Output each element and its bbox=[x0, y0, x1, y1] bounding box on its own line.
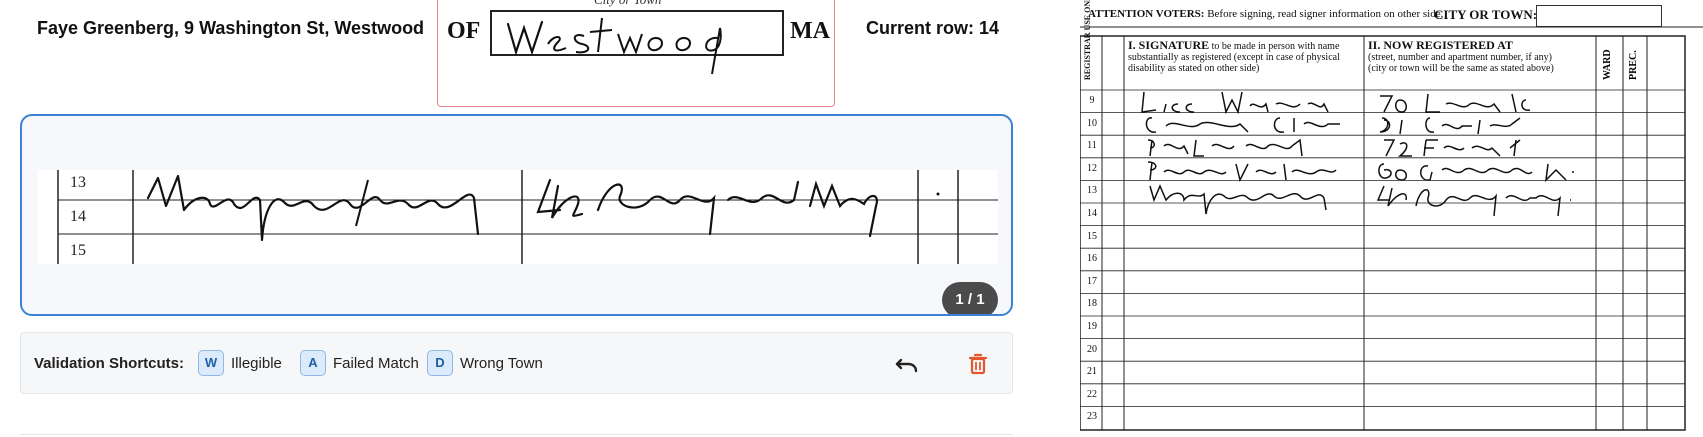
signature-crop-panel[interactable]: 13 14 15 1 / 1 bbox=[20, 114, 1013, 316]
shortcuts-title: Validation Shortcuts: bbox=[34, 355, 185, 372]
sheet-row-number: 14 bbox=[1087, 208, 1097, 219]
sheet-row-number: 17 bbox=[1087, 275, 1097, 287]
town-crop-image: City or Town OF MA bbox=[437, 0, 835, 107]
col-address-header: II. NOW REGISTERED AT (street, number an… bbox=[1368, 38, 1554, 74]
shortcut-key-failed-match[interactable]: A bbox=[300, 350, 326, 376]
sheet-row-number: 20 bbox=[1087, 343, 1097, 355]
shortcut-key-illegible[interactable]: W bbox=[198, 350, 224, 376]
image-counter-badge: 1 / 1 bbox=[942, 282, 998, 314]
delete-button[interactable] bbox=[965, 351, 991, 377]
petition-sheet: ATTENTION VOTERS: Before signing, read s… bbox=[1080, 0, 1703, 437]
trash-icon bbox=[968, 353, 988, 375]
ma-label: MA bbox=[790, 18, 830, 44]
sheet-row-number: 9 bbox=[1089, 95, 1095, 106]
crop-row-13: 13 bbox=[70, 174, 86, 191]
sheet-row-number: 10 bbox=[1087, 117, 1097, 129]
crop-form-lines bbox=[57, 170, 998, 264]
shortcut-key-wrong-town[interactable]: D bbox=[427, 350, 453, 376]
crop-row-15: 15 bbox=[70, 242, 86, 259]
sheet-row-number: 13 bbox=[1087, 185, 1097, 197]
shortcut-label-failed-match[interactable]: Failed Match bbox=[333, 355, 419, 372]
undo-button[interactable] bbox=[894, 351, 920, 377]
town-box bbox=[490, 10, 784, 75]
col-registrar-header: REGISTRAR USE ONLY bbox=[1083, 0, 1092, 80]
shortcut-label-illegible[interactable]: Illegible bbox=[231, 355, 282, 372]
town-handwriting bbox=[506, 17, 722, 75]
sheet-row-number: 21 bbox=[1087, 366, 1097, 378]
crop-row-14: 14 bbox=[70, 208, 86, 225]
col-prec-header: PREC. bbox=[1628, 50, 1639, 80]
undo-icon bbox=[895, 358, 918, 373]
sheet-row-number: 19 bbox=[1087, 321, 1097, 332]
sheet-row-number: 18 bbox=[1087, 298, 1097, 310]
sheet-row-number: 22 bbox=[1087, 388, 1097, 400]
sheet-row-number: 12 bbox=[1087, 162, 1097, 174]
sheet-row-number: 23 bbox=[1087, 411, 1097, 423]
sheet-row-number: 11 bbox=[1087, 140, 1097, 152]
voter-info: Faye Greenberg, 9 Washington St, Westwoo… bbox=[37, 18, 425, 38]
bottom-divider bbox=[20, 434, 1013, 435]
current-row-indicator: Current row: 14 bbox=[866, 18, 1000, 38]
signature-crop-image: 13 14 15 bbox=[38, 170, 998, 264]
city-or-town-label: City or Town bbox=[594, 0, 661, 8]
sheet-row-number: 15 bbox=[1087, 230, 1097, 242]
shortcut-label-wrong-town[interactable]: Wrong Town bbox=[460, 355, 543, 372]
of-label: OF bbox=[447, 18, 481, 44]
col-signature-header: I. SIGNATURE to be made in person with n… bbox=[1128, 38, 1340, 74]
validation-shortcuts-bar: Validation Shortcuts: W Illegible A Fail… bbox=[20, 332, 1013, 394]
col-ward-header: WARD bbox=[1602, 49, 1613, 80]
sheet-row-number: 16 bbox=[1087, 253, 1097, 265]
